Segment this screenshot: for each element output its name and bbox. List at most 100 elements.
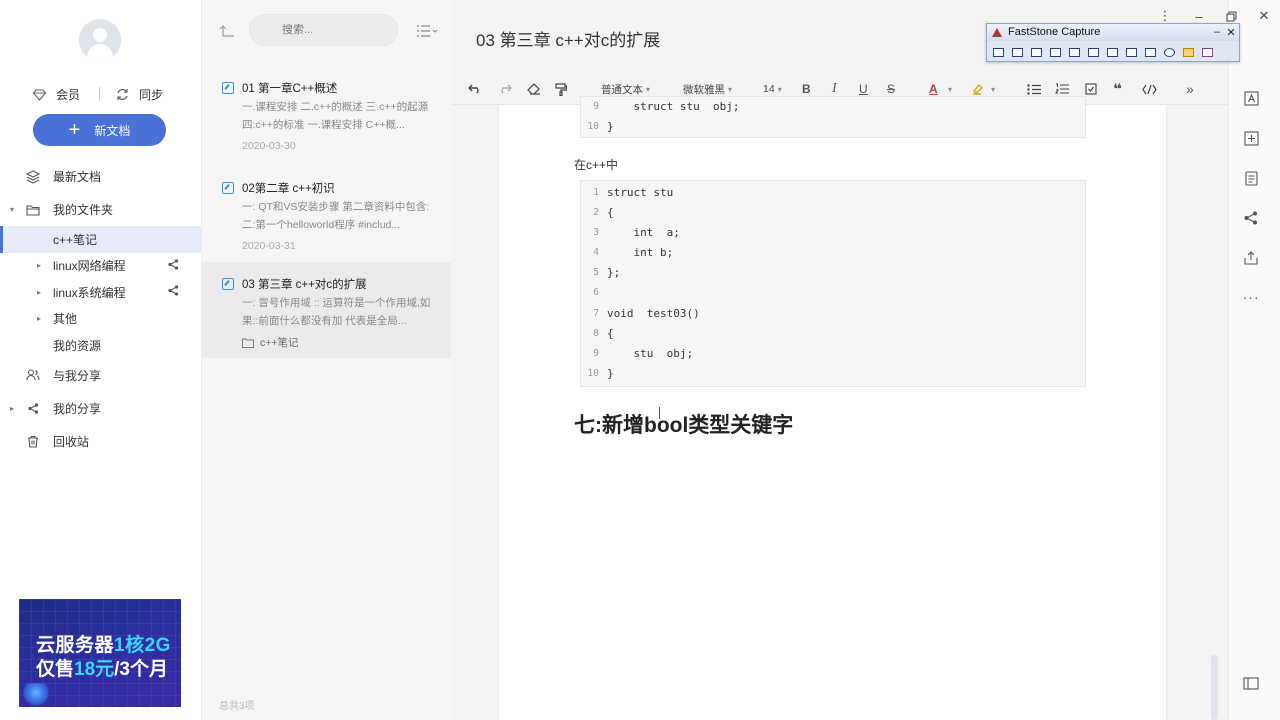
sidebar-item-label: 最新文档	[53, 170, 102, 184]
chevron-right-icon[interactable]: ▸	[37, 288, 41, 297]
ad-banner[interactable]: 云服务器1核2G 仅售18元/3个月	[19, 599, 181, 707]
doc-list-item-selected[interactable]: 03 第三章 c++对c的扩展 一: 冒号作用域 :: 运算符是一个作用域,如果…	[202, 262, 452, 358]
sidebar-item-linux-network[interactable]: ▸ linux网络编程	[0, 253, 201, 280]
panel-toggle-icon[interactable]	[1242, 674, 1260, 692]
share-icon[interactable]	[168, 285, 179, 299]
doc-list-item[interactable]: 02第二章 c++初识 一: QT和VS安装步骤 第二章资料中包含: 二:第一个…	[202, 166, 452, 256]
output-icon[interactable]	[1180, 44, 1197, 60]
doc-folder-label: c++笔记	[260, 337, 299, 349]
share-icon[interactable]	[1242, 209, 1260, 227]
capture-full-screen-icon[interactable]	[1066, 44, 1083, 60]
text-box-icon[interactable]	[1242, 89, 1260, 107]
add-box-icon[interactable]	[1242, 129, 1260, 147]
capture-freehand-icon[interactable]	[1047, 44, 1064, 60]
undo-icon[interactable]	[468, 80, 482, 98]
close-icon[interactable]: ✕	[1256, 8, 1272, 24]
sync-button[interactable]: 同步	[116, 86, 163, 103]
sidebar-item-linux-system[interactable]: ▸ linux系统编程	[0, 279, 201, 306]
sidebar-item-my-folders[interactable]: ▾ 我的文件夹	[0, 193, 201, 226]
document-icon[interactable]	[1242, 169, 1260, 187]
paragraph[interactable]: 在c++中	[574, 156, 618, 173]
sync-label: 同步	[139, 88, 164, 102]
doc-list-panel: 01 第一章C++概述 一.课程安排 二.c++的概述 三.c++的起源 四:c…	[201, 0, 452, 720]
code-icon[interactable]	[1142, 80, 1157, 98]
faststone-logo-icon	[992, 28, 1002, 37]
share-icon[interactable]	[168, 259, 179, 273]
ad-figure-image	[23, 683, 49, 707]
vip-label: 会员	[56, 88, 81, 102]
folder-icon	[26, 203, 40, 217]
code-line: 8{	[593, 326, 614, 340]
page-title[interactable]: 03 第三章 c++对c的扩展	[476, 26, 660, 51]
redo-icon[interactable]	[498, 80, 512, 98]
code-line: 9 struct stu obj;	[593, 100, 740, 113]
format-painter-icon[interactable]	[555, 80, 567, 98]
sort-menu-icon[interactable]	[416, 24, 438, 38]
capture-scrolling-icon[interactable]	[1085, 44, 1102, 60]
record-screen-icon[interactable]	[1142, 44, 1159, 60]
sidebar-item-cpp-notes[interactable]: c++笔记	[0, 226, 201, 253]
chevron-right-icon[interactable]: ▸	[37, 261, 41, 270]
sidebar-item-my-resources[interactable]: 我的资源	[0, 332, 201, 359]
share-icon	[26, 401, 40, 415]
sidebar-item-latest[interactable]: 最新文档	[0, 160, 201, 193]
sidebar-item-trash[interactable]: 回收站	[0, 425, 201, 458]
up-level-icon[interactable]	[219, 23, 237, 39]
settings-icon[interactable]	[1199, 44, 1216, 60]
capture-fixed-region-icon[interactable]	[1104, 44, 1121, 60]
vertical-scrollbar[interactable]	[1211, 655, 1218, 720]
more-tools-icon[interactable]: »	[1186, 80, 1194, 98]
code-line: 10}	[587, 366, 614, 380]
sidebar-item-shared-with-me[interactable]: 与我分享	[0, 359, 201, 392]
more-horizontal-icon[interactable]: ···	[1242, 288, 1260, 306]
doc-date: 2020-03-31	[242, 240, 296, 252]
capture-menu-icon[interactable]	[1123, 44, 1140, 60]
checkbox-icon[interactable]	[1085, 80, 1097, 98]
restore-icon[interactable]	[1223, 8, 1239, 24]
sidebar-top-actions: 会员 同步	[0, 84, 201, 104]
editor-canvas: 9 struct stu obj; 10} 在c++中 1 struct stu …	[451, 96, 1218, 720]
new-doc-label: 新文档	[94, 123, 131, 138]
folder-icon	[242, 338, 254, 348]
faststone-capture-window[interactable]: FastStone Capture – ✕	[986, 23, 1240, 62]
doc-title: 02第二章 c++初识	[242, 183, 335, 195]
code-block[interactable]: 1 struct stu 2{ 3 int a; 4 int b; 5}; 6 7…	[580, 180, 1086, 387]
faststone-titlebar[interactable]: FastStone Capture – ✕	[987, 24, 1239, 41]
avatar[interactable]	[79, 19, 121, 61]
sidebar-item-label: 我的分享	[53, 401, 102, 416]
sidebar-item-other[interactable]: ▸ 其他	[0, 306, 201, 333]
delay-timer-icon[interactable]	[1161, 44, 1178, 60]
code-line: 3 int a;	[593, 226, 680, 240]
document-page[interactable]: 9 struct stu obj; 10} 在c++中 1 struct stu …	[498, 96, 1167, 720]
more-vertical-icon[interactable]: ⋮	[1157, 8, 1173, 24]
chevron-right-icon[interactable]: ▸	[10, 404, 14, 413]
capture-window-icon[interactable]	[1009, 44, 1026, 60]
section-heading[interactable]: 七:新增bool类型关键字	[574, 409, 793, 439]
new-doc-button[interactable]: + 新文档	[33, 114, 166, 146]
plus-icon: +	[68, 119, 81, 141]
minimize-icon[interactable]: –	[1211, 25, 1223, 39]
note-icon	[222, 278, 234, 290]
sync-icon	[117, 89, 128, 100]
chevron-down-icon[interactable]: ▾	[10, 205, 14, 214]
quote-icon[interactable]: ❝	[1113, 80, 1122, 98]
doc-list-item[interactable]: 01 第一章C++概述 一.课程安排 二.c++的概述 三.c++的起源 四:c…	[202, 66, 452, 156]
search-input[interactable]	[249, 14, 398, 46]
sidebar-item-label: linux网络编程	[53, 259, 126, 274]
minimize-icon[interactable]: –	[1191, 8, 1207, 24]
sidebar-item-my-shares[interactable]: ▸ 我的分享	[0, 392, 201, 425]
capture-active-window-icon[interactable]	[990, 44, 1007, 60]
capture-rectangle-icon[interactable]	[1028, 44, 1045, 60]
vip-button[interactable]: 会员	[33, 86, 80, 103]
chevron-right-icon[interactable]: ▸	[37, 314, 41, 323]
code-block[interactable]: 9 struct stu obj; 10}	[580, 96, 1086, 139]
note-icon	[222, 82, 234, 94]
export-icon[interactable]	[1242, 249, 1260, 267]
divider	[99, 87, 100, 101]
close-icon[interactable]: ✕	[1225, 25, 1237, 39]
eraser-icon[interactable]	[527, 80, 541, 98]
doc-folder: c++笔记	[242, 335, 299, 350]
users-icon	[26, 368, 40, 382]
doc-title: 01 第一章C++概述	[242, 83, 338, 95]
code-line: 2{	[593, 206, 614, 220]
